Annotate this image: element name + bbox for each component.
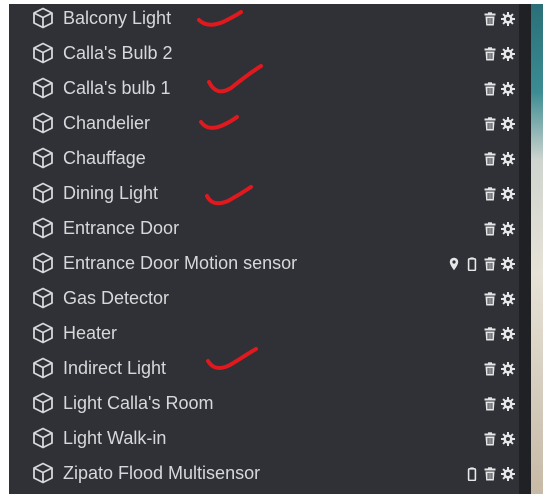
gear-icon[interactable]: [501, 467, 515, 481]
gear-icon[interactable]: [501, 12, 515, 26]
device-name-label[interactable]: Zipato Flood Multisensor: [63, 461, 260, 485]
gear-icon[interactable]: [501, 292, 515, 306]
device-name-label[interactable]: Gas Detector: [63, 286, 169, 310]
device-row[interactable]: Chauffage: [9, 141, 519, 176]
device-cube-icon: [31, 356, 55, 380]
device-actions: [483, 185, 515, 203]
trash-icon[interactable]: [483, 117, 497, 131]
gear-icon[interactable]: [501, 187, 515, 201]
device-row[interactable]: Dining Light: [9, 176, 519, 211]
gear-icon[interactable]: [501, 117, 515, 131]
gear-icon[interactable]: [501, 327, 515, 341]
pin-icon: [447, 257, 461, 271]
gear-icon[interactable]: [501, 257, 515, 271]
trash-icon[interactable]: [483, 47, 497, 61]
device-cube-icon: [31, 391, 55, 415]
gear-icon[interactable]: [501, 362, 515, 376]
device-actions: [465, 465, 515, 483]
device-actions: [483, 115, 515, 133]
trash-icon[interactable]: [483, 432, 497, 446]
device-row[interactable]: Heater: [9, 316, 519, 351]
trash-icon[interactable]: [483, 362, 497, 376]
gear-icon[interactable]: [501, 432, 515, 446]
device-actions: [483, 45, 515, 63]
gear-icon[interactable]: [501, 47, 515, 61]
device-row[interactable]: Calla's Bulb 2: [9, 36, 519, 71]
trash-icon[interactable]: [483, 152, 497, 166]
device-actions: [483, 220, 515, 238]
device-name-label[interactable]: Chandelier: [63, 111, 150, 135]
device-actions: [483, 290, 515, 308]
device-cube-icon: [31, 286, 55, 310]
device-cube-icon: [31, 111, 55, 135]
device-actions: [483, 360, 515, 378]
device-name-label[interactable]: Chauffage: [63, 146, 146, 170]
device-row[interactable]: Zipato Flood Multisensor: [9, 456, 519, 491]
device-actions: [483, 430, 515, 448]
device-name-label[interactable]: Balcony Light: [63, 6, 171, 30]
battery-icon: [465, 257, 479, 271]
device-name-label[interactable]: Calla's Bulb 2: [63, 41, 173, 65]
device-actions: [483, 10, 515, 28]
device-row[interactable]: Light Calla's Room: [9, 386, 519, 421]
device-cube-icon: [31, 426, 55, 450]
device-name-label[interactable]: Light Walk-in: [63, 426, 166, 450]
device-actions: [447, 255, 515, 273]
device-row[interactable]: Calla's bulb 1: [9, 71, 519, 106]
device-name-label[interactable]: Entrance Door: [63, 216, 179, 240]
device-cube-icon: [31, 146, 55, 170]
trash-icon[interactable]: [483, 222, 497, 236]
device-actions: [483, 80, 515, 98]
device-row[interactable]: Balcony Light: [9, 1, 519, 36]
trash-icon[interactable]: [483, 187, 497, 201]
device-row[interactable]: Gas Detector: [9, 281, 519, 316]
trash-icon[interactable]: [483, 327, 497, 341]
device-actions: [483, 325, 515, 343]
device-name-label[interactable]: Light Calla's Room: [63, 391, 214, 415]
gear-icon[interactable]: [501, 82, 515, 96]
trash-icon[interactable]: [483, 467, 497, 481]
device-cube-icon: [31, 321, 55, 345]
background-photo: [531, 4, 543, 494]
device-cube-icon: [31, 41, 55, 65]
device-name-label[interactable]: Entrance Door Motion sensor: [63, 251, 297, 275]
battery-icon: [465, 467, 479, 481]
gear-icon[interactable]: [501, 152, 515, 166]
trash-icon[interactable]: [483, 82, 497, 96]
device-name-label[interactable]: Calla's bulb 1: [63, 76, 171, 100]
device-name-label[interactable]: Heater: [63, 321, 117, 345]
device-cube-icon: [31, 181, 55, 205]
trash-icon[interactable]: [483, 292, 497, 306]
trash-icon[interactable]: [483, 397, 497, 411]
device-actions: [483, 150, 515, 168]
device-name-label[interactable]: Indirect Light: [63, 356, 166, 380]
scrollbar[interactable]: [519, 4, 531, 494]
device-row[interactable]: Entrance Door: [9, 211, 519, 246]
device-cube-icon: [31, 251, 55, 275]
device-name-label[interactable]: Dining Light: [63, 181, 158, 205]
device-row[interactable]: Indirect Light: [9, 351, 519, 386]
gear-icon[interactable]: [501, 397, 515, 411]
device-row[interactable]: Chandelier: [9, 106, 519, 141]
device-cube-icon: [31, 216, 55, 240]
device-cube-icon: [31, 76, 55, 100]
device-actions: [483, 395, 515, 413]
device-row[interactable]: Light Walk-in: [9, 421, 519, 456]
device-cube-icon: [31, 461, 55, 485]
gear-icon[interactable]: [501, 222, 515, 236]
device-cube-icon: [31, 6, 55, 30]
device-row[interactable]: Entrance Door Motion sensor: [9, 246, 519, 281]
trash-icon[interactable]: [483, 12, 497, 26]
trash-icon[interactable]: [483, 257, 497, 271]
